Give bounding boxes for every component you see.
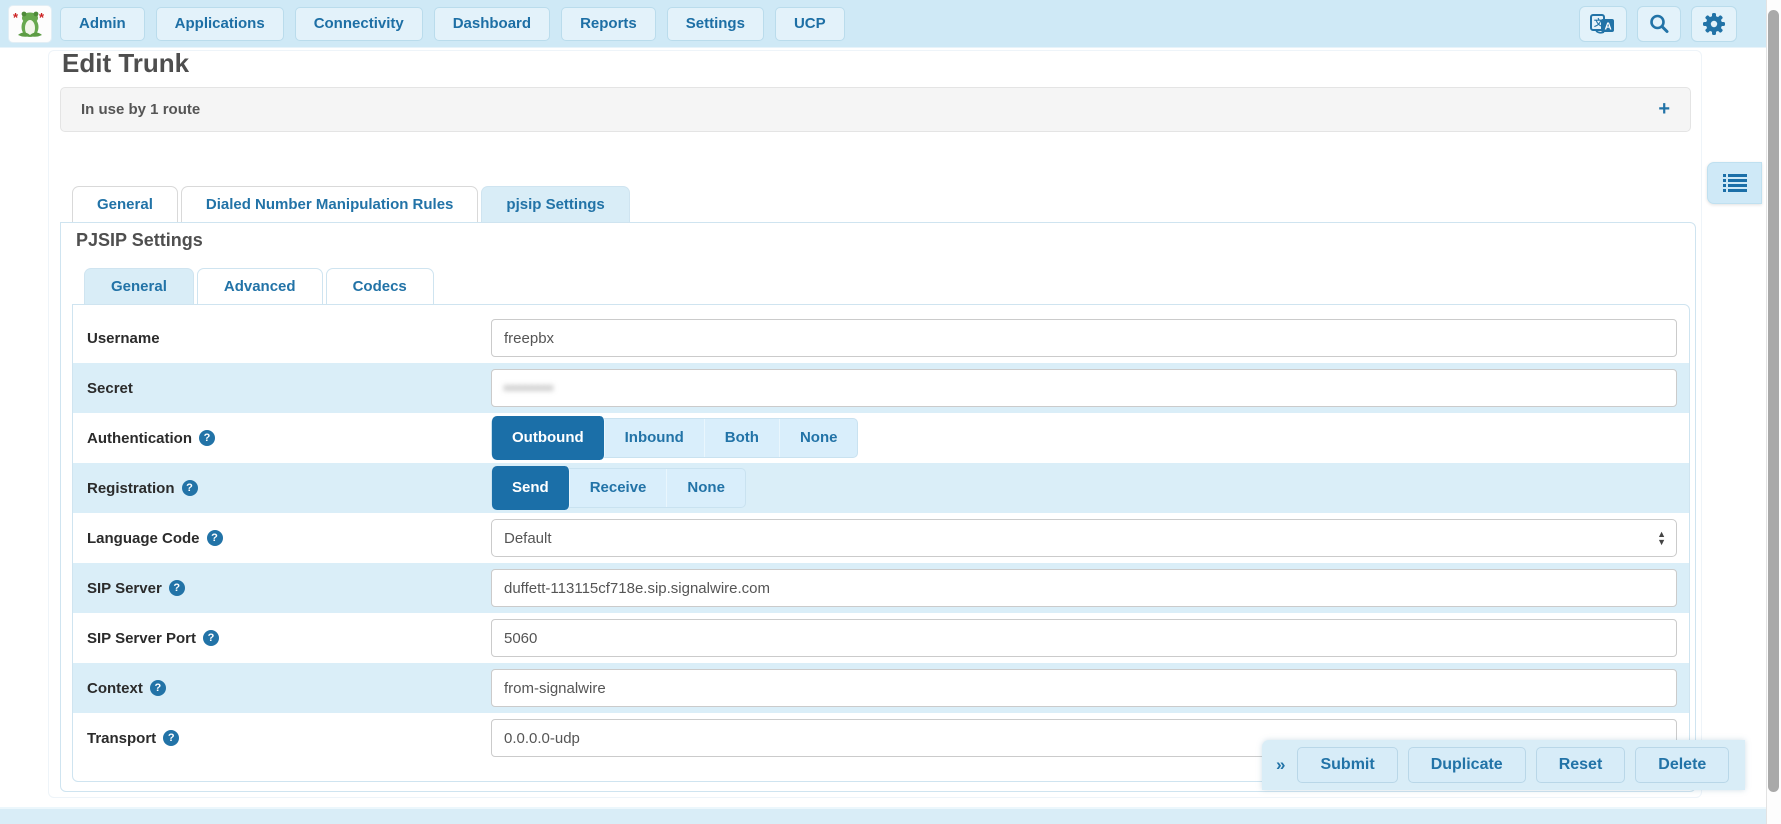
help-icon[interactable]: ? <box>182 480 198 496</box>
authentication-option-outbound[interactable]: Outbound <box>492 416 605 460</box>
row-language-code: Language Code ? Default ▲▼ <box>73 513 1689 563</box>
username-label: Username <box>73 330 491 347</box>
sip-server-port-label: SIP Server Port ? <box>73 630 491 647</box>
secret-input[interactable]: •••••••• <box>491 369 1677 407</box>
subtab-codecs[interactable]: Codecs <box>326 268 434 305</box>
tab-dialed-number-manipulation-rules[interactable]: Dialed Number Manipulation Rules <box>181 186 479 223</box>
authentication-toggle-group: Outbound Inbound Both None <box>491 418 858 458</box>
subtab-general[interactable]: General <box>84 268 194 305</box>
registration-option-send[interactable]: Send <box>492 466 570 510</box>
nav-item-dashboard[interactable]: Dashboard <box>434 7 550 41</box>
sip-server-label: SIP Server ? <box>73 580 491 597</box>
gear-icon <box>1702 12 1726 36</box>
secret-label: Secret <box>73 380 491 397</box>
scrollbar-thumb[interactable] <box>1768 10 1779 792</box>
row-sip-server: SIP Server ? <box>73 563 1689 613</box>
svg-text:*: * <box>39 10 45 25</box>
pjsip-settings-heading: PJSIP Settings <box>76 230 203 251</box>
help-icon[interactable]: ? <box>150 680 166 696</box>
row-registration: Registration ? Send Receive None <box>73 463 1689 513</box>
sip-server-input[interactable] <box>491 569 1677 607</box>
help-icon[interactable]: ? <box>207 530 223 546</box>
nav-item-reports[interactable]: Reports <box>561 7 656 41</box>
freepbx-logo[interactable]: * * <box>8 5 52 43</box>
svg-text:A: A <box>1605 21 1612 32</box>
row-authentication: Authentication ? Outbound Inbound Both N… <box>73 413 1689 463</box>
help-icon[interactable]: ? <box>203 630 219 646</box>
row-secret: Secret •••••••• <box>73 363 1689 413</box>
username-input[interactable] <box>491 319 1677 357</box>
row-sip-server-port: SIP Server Port ? <box>73 613 1689 663</box>
sip-server-port-input[interactable] <box>491 619 1677 657</box>
top-navbar: * * Admin Applications Connectivity Dash… <box>0 0 1781 48</box>
registration-option-receive[interactable]: Receive <box>570 469 668 507</box>
context-input[interactable] <box>491 669 1677 707</box>
trunk-tabs: General Dialed Number Manipulation Rules… <box>72 186 633 223</box>
language-code-selected-value: Default <box>504 530 552 547</box>
tab-general[interactable]: General <box>72 186 178 223</box>
language-button[interactable]: 文 A <box>1579 6 1627 42</box>
authentication-label: Authentication ? <box>73 430 491 447</box>
footer-bar <box>0 807 1781 824</box>
search-button[interactable] <box>1637 6 1681 42</box>
duplicate-button[interactable]: Duplicate <box>1408 747 1526 783</box>
registration-toggle-group: Send Receive None <box>491 468 746 508</box>
select-stepper-icon: ▲▼ <box>1657 530 1666 546</box>
frog-icon: * * <box>12 8 48 40</box>
registration-label: Registration ? <box>73 480 491 497</box>
reset-button[interactable]: Reset <box>1536 747 1626 783</box>
registration-option-none[interactable]: None <box>667 469 745 507</box>
transport-label: Transport ? <box>73 730 491 747</box>
page-title: Edit Trunk <box>62 48 189 79</box>
help-icon[interactable]: ? <box>163 730 179 746</box>
nav-item-settings[interactable]: Settings <box>667 7 764 41</box>
context-label: Context ? <box>73 680 491 697</box>
trunk-list-toggle-button[interactable] <box>1707 162 1762 204</box>
delete-button[interactable]: Delete <box>1635 747 1729 783</box>
authentication-option-both[interactable]: Both <box>705 419 780 457</box>
secret-redacted-value: •••••••• <box>504 380 554 397</box>
row-context: Context ? <box>73 663 1689 713</box>
expand-plus-icon[interactable]: + <box>1658 98 1670 121</box>
help-icon[interactable]: ? <box>199 430 215 446</box>
authentication-option-none[interactable]: None <box>780 419 858 457</box>
pjsip-general-form: Username Secret •••••••• Authentication … <box>72 304 1690 782</box>
search-icon <box>1648 13 1670 35</box>
submit-button[interactable]: Submit <box>1297 747 1397 783</box>
usage-notice-panel[interactable]: In use by 1 route + <box>60 87 1691 132</box>
usage-notice-text: In use by 1 route <box>81 101 200 118</box>
collapse-actions-chevron[interactable]: » <box>1276 755 1285 775</box>
row-username: Username <box>73 313 1689 363</box>
nav-item-connectivity[interactable]: Connectivity <box>295 7 423 41</box>
authentication-option-inbound[interactable]: Inbound <box>605 419 705 457</box>
translate-icon: 文 A <box>1590 13 1616 35</box>
form-action-bar: » Submit Duplicate Reset Delete <box>1262 740 1745 790</box>
page-scrollbar[interactable] <box>1766 0 1781 824</box>
tab-pjsip-settings[interactable]: pjsip Settings <box>481 186 629 223</box>
subtab-advanced[interactable]: Advanced <box>197 268 323 305</box>
svg-text:*: * <box>13 10 19 25</box>
language-code-label: Language Code ? <box>73 530 491 547</box>
nav-item-applications[interactable]: Applications <box>156 7 284 41</box>
help-icon[interactable]: ? <box>169 580 185 596</box>
navbar-right-icons: 文 A <box>1569 6 1737 42</box>
pjsip-subtabs: General Advanced Codecs <box>84 268 437 305</box>
list-icon <box>1722 172 1748 194</box>
language-code-select[interactable]: Default ▲▼ <box>491 519 1677 557</box>
nav-item-ucp[interactable]: UCP <box>775 7 845 41</box>
settings-button[interactable] <box>1691 6 1737 42</box>
nav-item-admin[interactable]: Admin <box>60 7 145 41</box>
